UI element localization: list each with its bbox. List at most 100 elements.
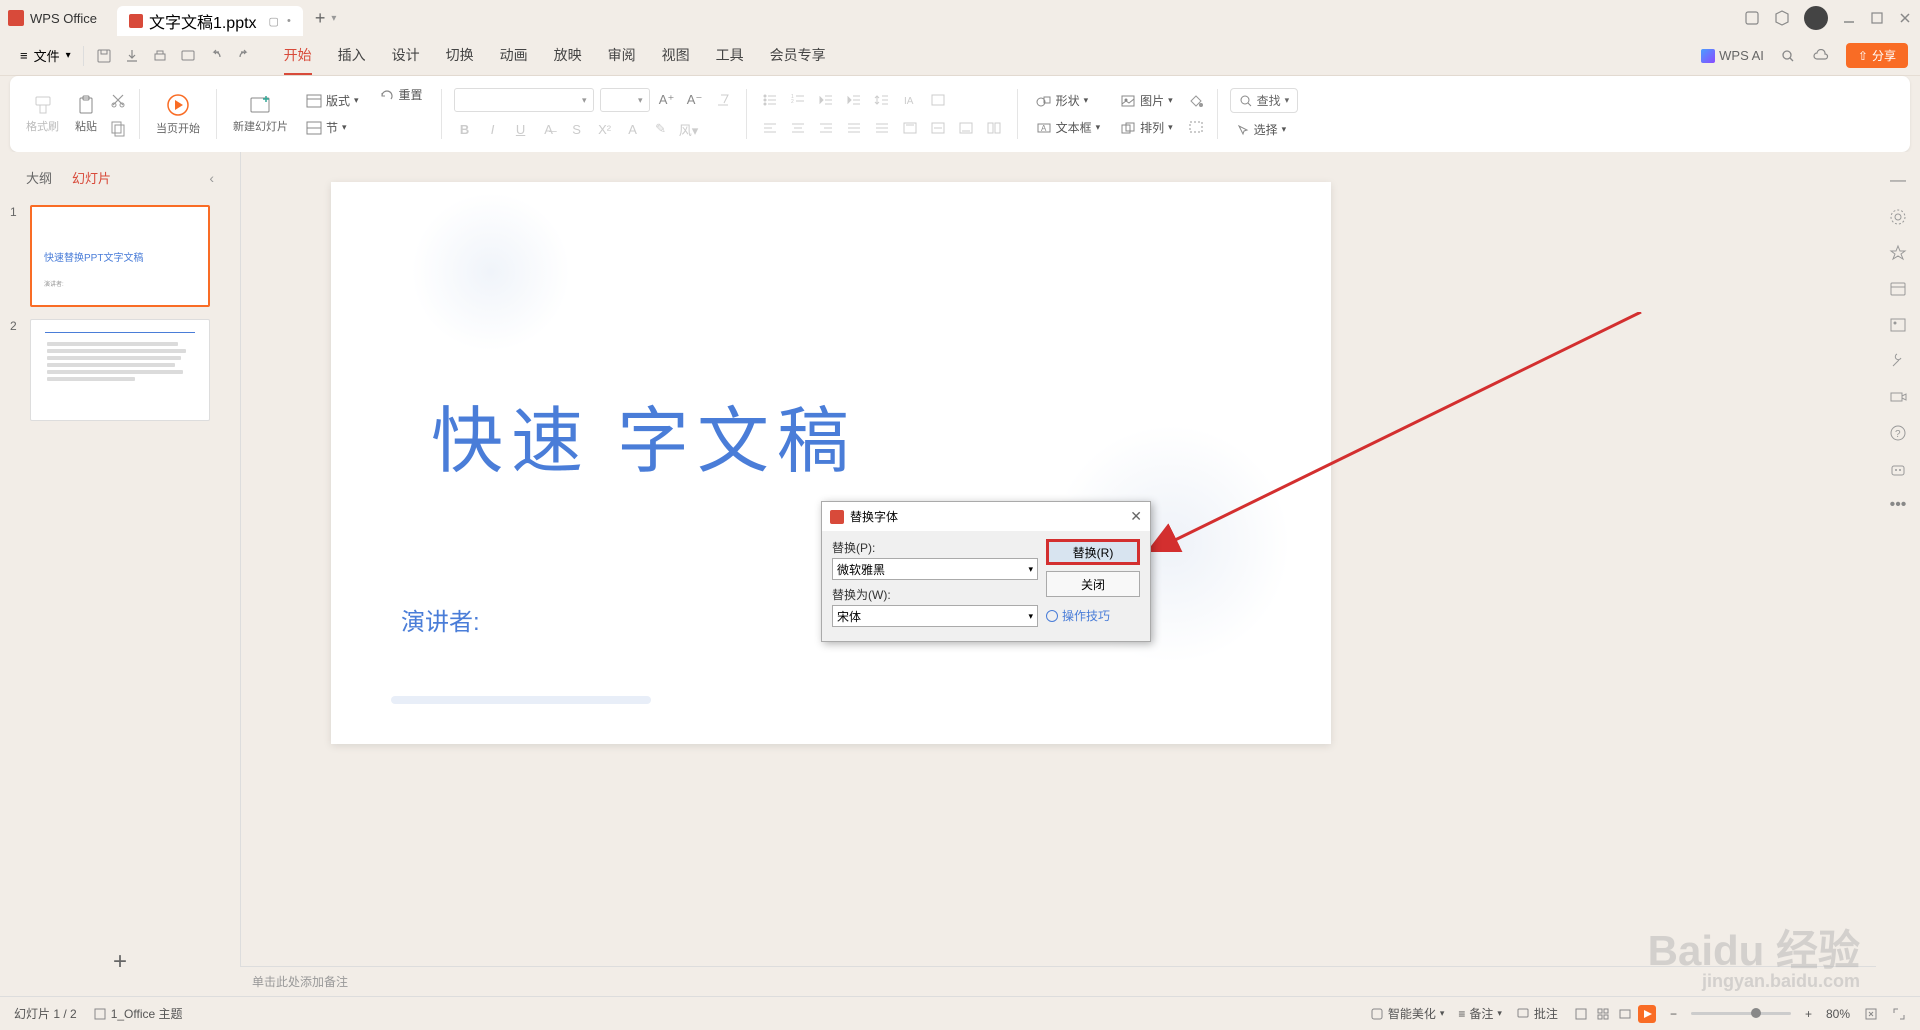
reset-button[interactable]: 重置 xyxy=(373,84,429,105)
expand-icon[interactable] xyxy=(1892,1007,1906,1021)
collapse-panel-icon[interactable]: ‹ xyxy=(209,170,214,186)
tab-slideshow[interactable]: 放映 xyxy=(554,37,582,75)
increase-font-icon[interactable]: A⁺ xyxy=(656,89,678,111)
start-from-current-button[interactable]: 当页开始 xyxy=(152,88,204,140)
video-icon[interactable] xyxy=(1889,388,1907,406)
font-family-selector[interactable]: ▾ xyxy=(454,88,594,112)
chevron-down-icon[interactable]: ▾ xyxy=(331,13,336,24)
slide-thumbnail-2[interactable]: 2 xyxy=(10,319,230,421)
document-tab[interactable]: 文字文稿1.pptx ▢ • xyxy=(117,6,303,36)
zoom-in-icon[interactable]: + xyxy=(1805,1007,1812,1021)
decrease-font-icon[interactable]: A⁻ xyxy=(684,89,706,111)
replace-button[interactable]: 替换(R) xyxy=(1046,539,1140,565)
wps-ai-button[interactable]: WPS AI xyxy=(1701,48,1764,63)
font-size-selector[interactable]: ▾ xyxy=(600,88,650,112)
valign-top-icon[interactable] xyxy=(899,117,921,139)
more-icon[interactable]: ••• xyxy=(1890,496,1907,514)
close-icon[interactable] xyxy=(1898,11,1912,25)
font-effects-icon[interactable]: 风▾ xyxy=(678,118,700,140)
section-button[interactable]: 节▾ xyxy=(300,117,365,138)
replace-with-select[interactable]: 宋体▾ xyxy=(832,605,1038,627)
minimize-icon[interactable] xyxy=(1842,11,1856,25)
tab-window-icon[interactable]: ▢ xyxy=(269,15,279,28)
bullets-icon[interactable] xyxy=(759,89,781,111)
align-right-icon[interactable] xyxy=(815,117,837,139)
outline-icon[interactable] xyxy=(1187,119,1205,135)
numbering-icon[interactable]: 12 xyxy=(787,89,809,111)
bold-icon[interactable]: B xyxy=(454,118,476,140)
tab-tools[interactable]: 工具 xyxy=(716,37,744,75)
align-dist-icon[interactable] xyxy=(871,117,893,139)
line-spacing-icon[interactable] xyxy=(871,89,893,111)
format-painter-button[interactable]: 格式刷 xyxy=(22,90,63,138)
align-center-icon[interactable] xyxy=(787,117,809,139)
align-left-icon[interactable] xyxy=(759,117,781,139)
new-slide-button[interactable]: 新建幻灯片 xyxy=(229,90,292,138)
tab-review[interactable]: 审阅 xyxy=(608,37,636,75)
underline-icon[interactable]: U xyxy=(510,118,532,140)
columns-icon[interactable] xyxy=(983,117,1005,139)
slide-canvas[interactable]: 快速 字文稿 演讲者: xyxy=(331,182,1331,744)
tab-start[interactable]: 开始 xyxy=(284,37,312,75)
tab-view[interactable]: 视图 xyxy=(662,37,690,75)
picture-button[interactable]: 图片▾ xyxy=(1114,90,1179,111)
tab-more-icon[interactable]: • xyxy=(287,15,291,28)
maximize-icon[interactable] xyxy=(1870,11,1884,25)
view-normal-icon[interactable] xyxy=(1572,1005,1590,1023)
minus-icon[interactable]: — xyxy=(1890,172,1906,190)
beautify-button[interactable]: 智能美化▾ xyxy=(1370,1005,1445,1022)
zoom-slider[interactable] xyxy=(1691,1012,1791,1015)
superscript-icon[interactable]: X² xyxy=(594,118,616,140)
tools-icon[interactable] xyxy=(1889,352,1907,370)
replace-font-select[interactable]: 微软雅黑▾ xyxy=(832,558,1038,580)
arrange-button[interactable]: 排列▾ xyxy=(1114,117,1179,138)
canvas-area[interactable]: 快速 字文稿 演讲者: 替换字体 ✕ 替换(P): 微软雅黑▾ 替换为(W): … xyxy=(240,152,1876,996)
text-direction-icon[interactable]: IA xyxy=(899,89,921,111)
tips-link[interactable]: 操作技巧 xyxy=(1046,607,1140,624)
valign-mid-icon[interactable] xyxy=(927,117,949,139)
select-button[interactable]: 选择▾ xyxy=(1230,119,1299,140)
template-icon[interactable] xyxy=(1889,280,1907,298)
slide-thumbnail-1[interactable]: 1 快速替换PPT文字文稿 演讲者: xyxy=(10,205,230,307)
file-menu[interactable]: ≡ 文件 ▾ xyxy=(12,42,79,69)
theme-indicator[interactable]: 1_Office 主题 xyxy=(93,1005,183,1022)
zoom-level[interactable]: 80% xyxy=(1826,1007,1850,1021)
comments-toggle[interactable]: 批注 xyxy=(1516,1005,1558,1022)
layout-button[interactable]: 版式▾ xyxy=(300,90,365,111)
font-color-icon[interactable]: A xyxy=(622,118,644,140)
dialog-titlebar[interactable]: 替换字体 ✕ xyxy=(822,502,1150,531)
align-justify-icon[interactable] xyxy=(843,117,865,139)
notes-area[interactable]: 单击此处添加备注 xyxy=(240,966,1876,996)
tab-insert[interactable]: 插入 xyxy=(338,37,366,75)
search-icon[interactable] xyxy=(1780,48,1796,64)
share-button[interactable]: ⇧ 分享 xyxy=(1846,43,1908,68)
notes-toggle[interactable]: ≡ 备注▾ xyxy=(1458,1005,1502,1022)
fill-icon[interactable] xyxy=(1187,93,1205,109)
view-slideshow-icon[interactable] xyxy=(1638,1005,1656,1023)
view-reading-icon[interactable] xyxy=(1616,1005,1634,1023)
cloud-icon[interactable] xyxy=(1812,49,1830,63)
indent-inc-icon[interactable] xyxy=(843,89,865,111)
print-icon[interactable] xyxy=(152,48,168,64)
robot-icon[interactable] xyxy=(1889,460,1907,478)
close-button[interactable]: 关闭 xyxy=(1046,571,1140,597)
find-button[interactable]: 查找▾ xyxy=(1230,88,1299,113)
cut-icon[interactable] xyxy=(109,91,127,109)
export-icon[interactable] xyxy=(124,48,140,64)
image-icon[interactable] xyxy=(1889,316,1907,334)
star-icon[interactable] xyxy=(1889,244,1907,262)
save-icon[interactable] xyxy=(96,48,112,64)
slide-title-text[interactable]: 快速 字文稿 xyxy=(431,382,857,487)
fit-icon[interactable] xyxy=(1864,1007,1878,1021)
cube-icon[interactable] xyxy=(1774,10,1790,26)
highlight-icon[interactable]: ✎ xyxy=(650,118,672,140)
window-list-icon[interactable] xyxy=(1744,10,1760,26)
textbox-button[interactable]: A文本框▾ xyxy=(1030,117,1107,138)
convert-icon[interactable] xyxy=(927,89,949,111)
settings-icon[interactable] xyxy=(1889,208,1907,226)
paste-button[interactable]: 粘贴 xyxy=(71,90,101,138)
valign-bot-icon[interactable] xyxy=(955,117,977,139)
strikethrough-icon[interactable]: A̶ xyxy=(538,118,560,140)
tab-design[interactable]: 设计 xyxy=(392,37,420,75)
redo-icon[interactable] xyxy=(236,48,252,64)
